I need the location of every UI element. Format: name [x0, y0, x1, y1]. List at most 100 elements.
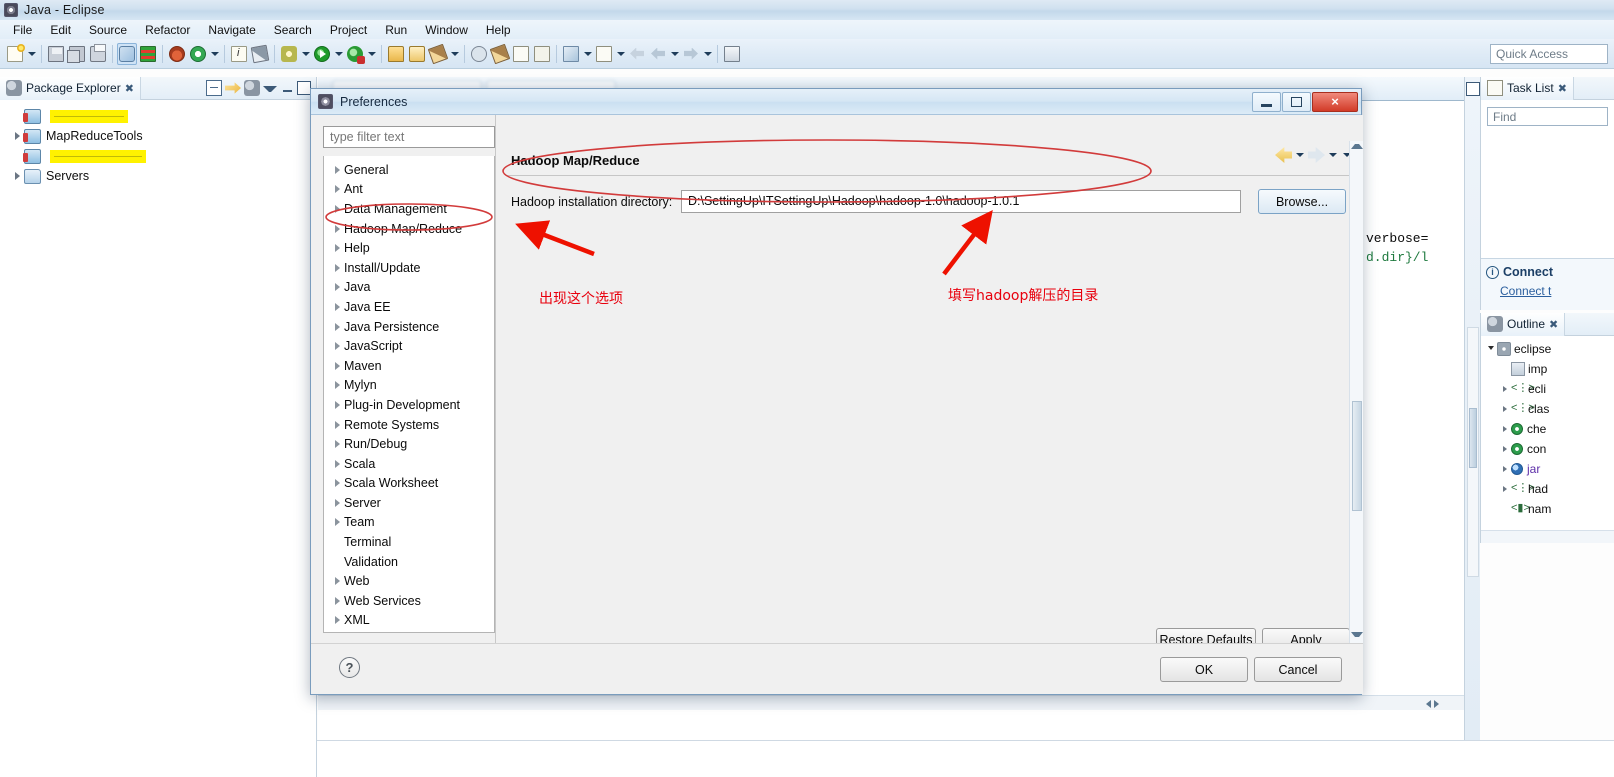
maximize-icon[interactable]	[297, 81, 311, 95]
close-icon[interactable]: ✖	[125, 82, 134, 95]
new-wizard-dropdown[interactable]	[26, 43, 37, 65]
list-item[interactable]	[0, 106, 316, 126]
debug-dropdown[interactable]	[300, 43, 311, 65]
menu-search[interactable]: Search	[265, 21, 321, 39]
pref-item-help[interactable]: Help	[324, 238, 494, 258]
expand-twisty-icon[interactable]	[330, 202, 344, 216]
pref-item-javascript[interactable]: JavaScript	[324, 336, 494, 356]
scroll-down-icon[interactable]	[1351, 629, 1363, 641]
expand-twisty-icon[interactable]	[330, 515, 344, 529]
expand-twisty-icon[interactable]	[330, 378, 344, 392]
expand-twisty-icon[interactable]	[330, 339, 344, 353]
link-with-editor-icon[interactable]	[225, 82, 241, 94]
table-button[interactable]	[138, 43, 158, 65]
forward-arrow-icon[interactable]	[1308, 147, 1325, 163]
prev-edit-button[interactable]	[627, 43, 647, 65]
expand-twisty-icon[interactable]	[330, 496, 344, 510]
forward-dropdown[interactable]	[702, 43, 713, 65]
pref-item-mylyn[interactable]: Mylyn	[324, 376, 494, 396]
tab-package-explorer[interactable]: Package Explorer ✖	[0, 76, 141, 100]
pref-item-web-services[interactable]: Web Services	[324, 591, 494, 611]
brush-dropdown[interactable]	[449, 43, 460, 65]
dialog-vertical-scrollbar[interactable]	[1349, 141, 1363, 645]
open-type-button[interactable]	[386, 43, 406, 65]
expand-twisty-icon[interactable]	[330, 398, 344, 412]
pref-item-java-persistence[interactable]: Java Persistence	[324, 317, 494, 337]
list-item[interactable]: imp	[1485, 359, 1614, 379]
expand-twisty-icon[interactable]	[330, 222, 344, 236]
pref-item-java[interactable]: Java	[324, 278, 494, 298]
external-tools-button[interactable]	[345, 43, 365, 65]
toggle-link-button[interactable]	[117, 42, 137, 65]
expand-twisty-icon[interactable]	[330, 613, 344, 627]
list-item[interactable]: <⋮> clas	[1485, 399, 1614, 419]
pref-item-xml[interactable]: XML	[324, 611, 494, 631]
ok-button[interactable]: OK	[1160, 657, 1248, 682]
editor-vertical-scrollbar[interactable]	[1467, 327, 1479, 577]
expand-twisty-icon[interactable]	[330, 182, 344, 196]
editor-horizontal-scrollbar[interactable]	[318, 695, 1480, 710]
expand-twisty-icon[interactable]	[330, 163, 344, 177]
list-item[interactable]: con	[1485, 439, 1614, 459]
expand-twisty-icon[interactable]	[1499, 403, 1511, 415]
menu-project[interactable]: Project	[321, 21, 376, 39]
expand-twisty-icon[interactable]	[330, 280, 344, 294]
run-dropdown[interactable]	[333, 43, 344, 65]
expand-twisty-icon[interactable]	[330, 261, 344, 275]
menu-run[interactable]: Run	[376, 21, 416, 39]
perspective-button[interactable]	[722, 43, 742, 65]
expand-twisty-icon[interactable]	[330, 476, 344, 490]
scrollbar-thumb[interactable]	[1469, 408, 1477, 468]
list-item[interactable]: <⋮> ecli	[1485, 379, 1614, 399]
pref-item-general[interactable]: General	[324, 160, 494, 180]
forward-dropdown-icon[interactable]	[1327, 147, 1339, 163]
view-filter-icon[interactable]	[244, 80, 260, 96]
expand-twisty-icon[interactable]	[330, 320, 344, 334]
table2-button[interactable]	[532, 43, 552, 65]
expand-twisty-icon[interactable]	[330, 574, 344, 588]
search-button[interactable]	[469, 43, 489, 65]
menu-refactor[interactable]: Refactor	[136, 21, 199, 39]
list-item[interactable]	[0, 146, 316, 166]
brush-button[interactable]	[427, 43, 449, 65]
expand-twisty-icon[interactable]	[1499, 423, 1511, 435]
expand-twisty-icon[interactable]	[1499, 443, 1511, 455]
note-button[interactable]	[229, 43, 249, 65]
minimize-icon[interactable]	[280, 81, 294, 95]
scrollbar-thumb[interactable]	[1352, 401, 1362, 511]
expand-twisty-icon[interactable]	[330, 437, 344, 451]
expand-twisty-icon[interactable]	[330, 359, 344, 373]
tab-outline[interactable]: Outline ✖	[1481, 312, 1566, 336]
next-annotation-dropdown[interactable]	[615, 43, 626, 65]
menu-window[interactable]: Window	[416, 21, 477, 39]
scroll-up-icon[interactable]	[1351, 144, 1363, 156]
new-wizard-button[interactable]	[5, 43, 25, 65]
menu-edit[interactable]: Edit	[41, 21, 80, 39]
browse-button[interactable]: Browse...	[1258, 189, 1346, 214]
open-resource-button[interactable]	[407, 43, 427, 65]
expand-twisty-icon[interactable]	[10, 149, 24, 163]
view-menu-icon[interactable]	[263, 81, 277, 95]
expand-twisty-icon[interactable]	[330, 241, 344, 255]
code-fragment[interactable]: verbose= d.dir}/l	[1358, 101, 1480, 591]
quick-access-input[interactable]: Quick Access	[1490, 44, 1608, 64]
tab-task-list[interactable]: Task List ✖	[1481, 76, 1574, 100]
forward-button[interactable]	[681, 43, 701, 65]
pref-item-team[interactable]: Team	[324, 513, 494, 533]
back-button[interactable]	[648, 43, 668, 65]
pref-item-hadoop-map-reduce[interactable]: Hadoop Map/Reduce	[324, 219, 494, 239]
menu-navigate[interactable]: Navigate	[199, 21, 264, 39]
expand-twisty-icon[interactable]	[330, 457, 344, 471]
expand-twisty-icon[interactable]	[1499, 483, 1511, 495]
pref-item-ant[interactable]: Ant	[324, 180, 494, 200]
print-button[interactable]	[88, 43, 108, 65]
list-item[interactable]: jar	[1485, 459, 1614, 479]
edit-button[interactable]	[489, 43, 511, 65]
pen-button[interactable]	[250, 43, 270, 65]
help-button[interactable]: ?	[339, 657, 360, 678]
pref-item-data-management[interactable]: Data Management	[324, 199, 494, 219]
expand-twisty-icon[interactable]	[330, 418, 344, 432]
pref-item-remote-systems[interactable]: Remote Systems	[324, 415, 494, 435]
pref-item-scala[interactable]: Scala	[324, 454, 494, 474]
list-item[interactable]: MapReduceTools	[0, 126, 316, 146]
